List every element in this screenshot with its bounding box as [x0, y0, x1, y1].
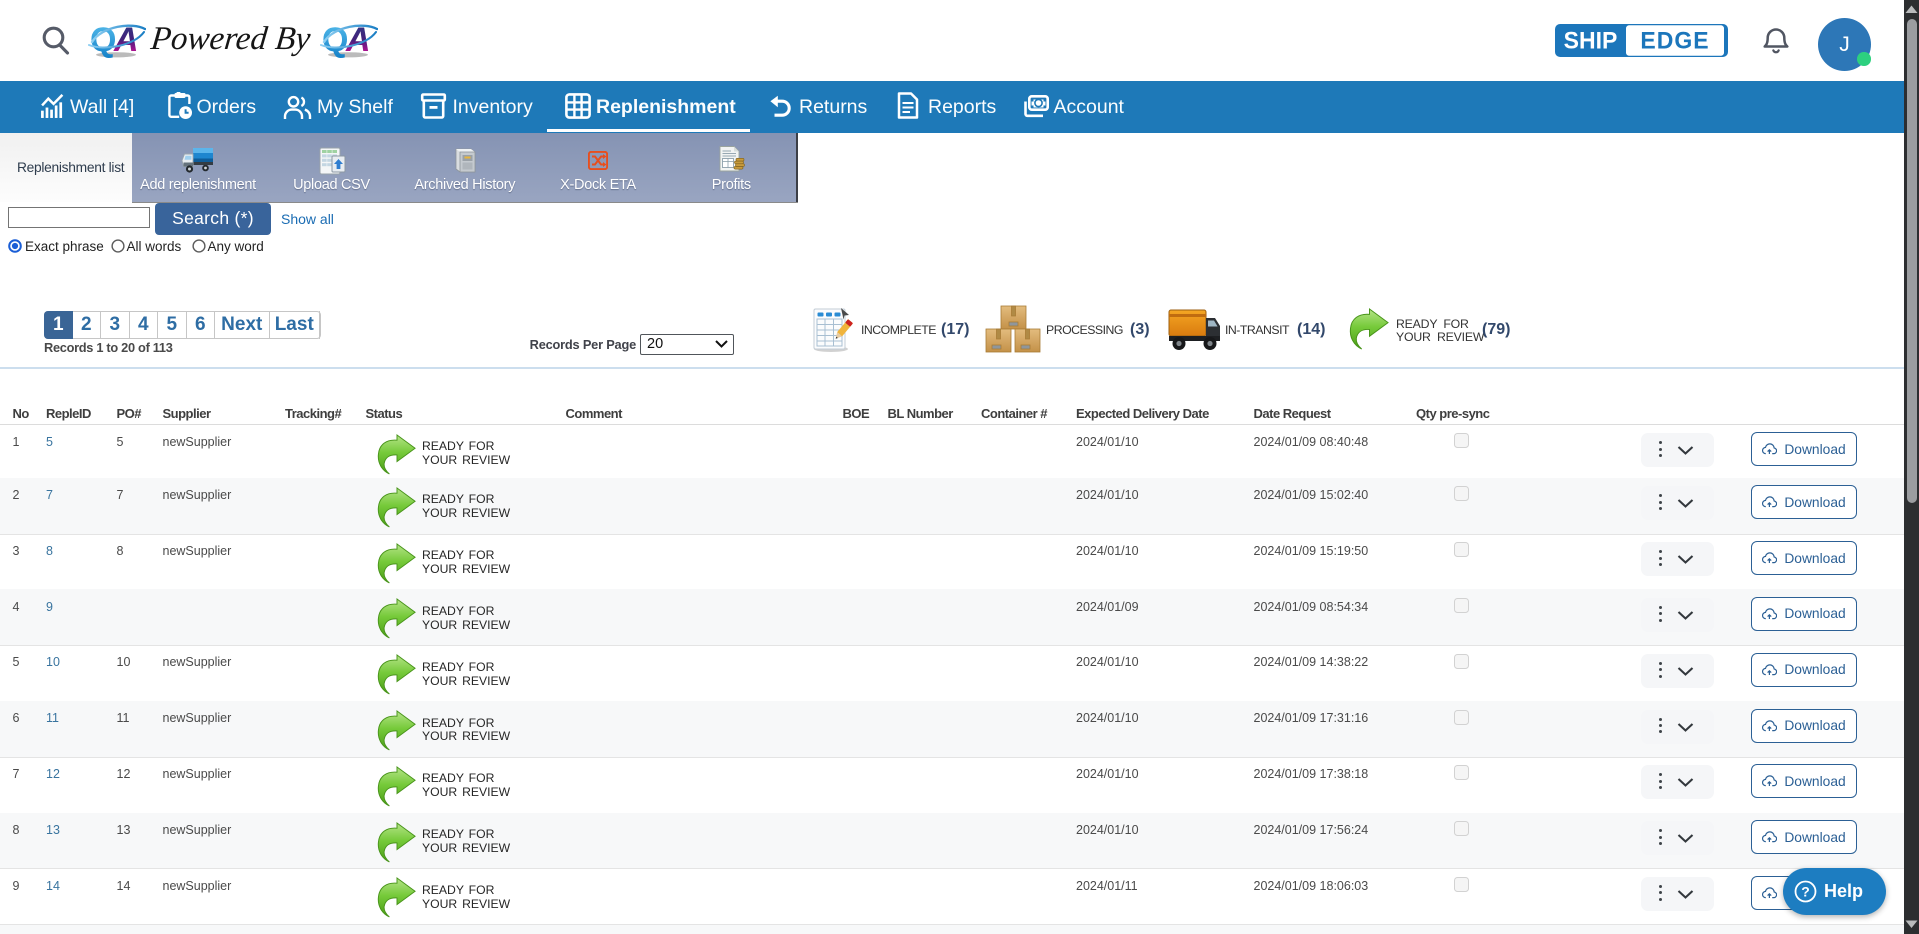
- svg-text:?: ?: [1801, 884, 1810, 900]
